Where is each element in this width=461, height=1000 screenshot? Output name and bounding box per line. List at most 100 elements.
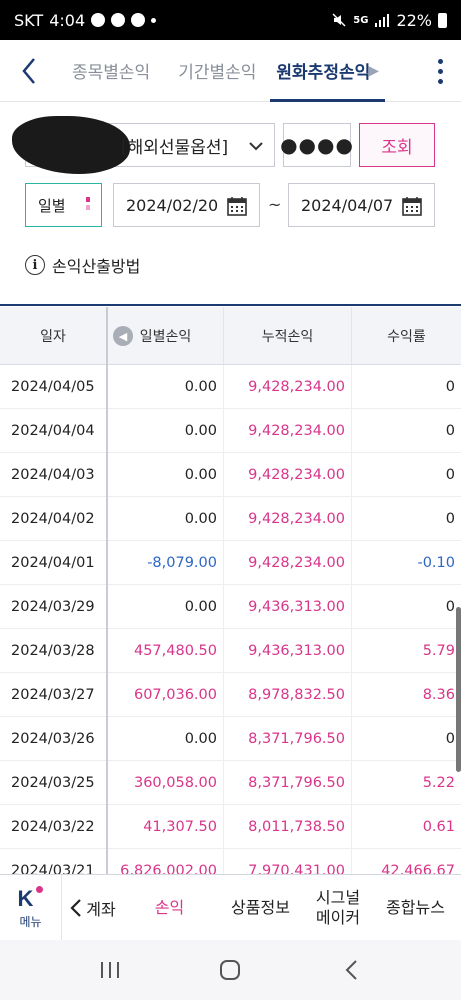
nav-pnl[interactable]: 손익: [124, 875, 215, 941]
table-header: 일자 ◀ 일별손익 누적손익 수익률: [0, 307, 461, 365]
facebook-icon: [131, 13, 146, 27]
column-header-daily: ◀ 일별손익: [108, 307, 224, 365]
cell-date: 2024/04/02: [0, 497, 108, 541]
cell-daily-pnl: 0.00: [108, 453, 224, 497]
cell-cumulative-pnl: 9,428,234.00: [224, 409, 352, 453]
mute-icon: [332, 13, 346, 27]
nav-back-account[interactable]: 계좌: [62, 875, 124, 941]
date-separator: ~: [268, 195, 282, 214]
recent-apps-button[interactable]: [90, 950, 130, 990]
period-type-select[interactable]: 일별: [25, 183, 102, 227]
password-field[interactable]: ●●●●: [280, 123, 353, 167]
cell-cumulative-pnl: 9,428,234.00: [224, 497, 352, 541]
cell-return-rate: 0: [445, 423, 455, 439]
tab-label: 종목별손익: [72, 63, 151, 83]
calc-method-link[interactable]: i 손익산출방법: [25, 253, 140, 277]
date-to-value: 2024/04/07: [301, 195, 394, 215]
cell-return-rate: 5.79: [422, 643, 455, 659]
cell-date: 2024/03/29: [0, 585, 108, 629]
cell-cumulative-pnl: 8,011,738.50: [224, 805, 352, 849]
home-button[interactable]: [210, 950, 250, 990]
cell-cumulative-pnl: 9,428,234.00: [224, 365, 352, 409]
kebab-dot: [437, 68, 443, 74]
talk-icon: [91, 13, 106, 27]
account-text: [해외선물옵션]: [121, 137, 229, 158]
date-from-field[interactable]: 2024/02/20: [113, 183, 260, 227]
status-bar: SKT 4:04 5G 22%: [0, 0, 461, 40]
network-label: 5G: [353, 14, 369, 26]
tab-by-period[interactable]: 기간별손익: [164, 40, 270, 102]
table-row[interactable]: 2024/04/01 -8,079.00 9,428,234.00 -0.10: [0, 541, 461, 585]
table-row[interactable]: 2024/04/04 0.00 9,428,234.00 0: [0, 409, 461, 453]
search-panel: [해외선물옵션] ●●●● 조회 일별 2024/02/20 ~ 2024/04…: [0, 103, 461, 306]
kebab-dot: [437, 58, 443, 64]
calendar-icon[interactable]: [227, 196, 247, 216]
pnl-table[interactable]: 일자 ◀ 일별손익 누적손익 수익률 2024/04/05 0.00 9,428,2…: [0, 307, 461, 874]
system-back-button[interactable]: [331, 950, 371, 990]
column-header-cumulative: 누적손익: [224, 307, 352, 365]
period-toggle-icon: [86, 197, 90, 214]
table-row[interactable]: 2024/04/02 0.00 9,428,234.00 0: [0, 497, 461, 541]
cell-daily-pnl: 0.00: [108, 717, 224, 761]
cell-daily-pnl: 0.00: [108, 585, 224, 629]
date-to-field[interactable]: 2024/04/07: [288, 183, 435, 227]
clock-time: 4:04: [49, 10, 86, 30]
info-icon: i: [25, 255, 45, 275]
home-icon: [220, 960, 241, 980]
table-row[interactable]: 2024/03/28 457,480.50 9,436,313.00 5.79: [0, 629, 461, 673]
tab-by-item[interactable]: 종목별손익: [58, 40, 164, 102]
back-button[interactable]: [0, 40, 58, 102]
dot-icon: [151, 17, 157, 23]
nav-news[interactable]: 종합뉴스: [370, 875, 461, 941]
cell-daily-pnl: 41,307.50: [108, 805, 224, 849]
table-row[interactable]: 2024/03/27 607,036.00 8,978,832.50 8.36: [0, 673, 461, 717]
cell-daily-pnl: 6,826,002.00: [108, 849, 224, 874]
battery-icon: [438, 12, 447, 28]
table-row[interactable]: 2024/03/26 0.00 8,371,796.50 0: [0, 717, 461, 761]
cell-return-rate: 0: [445, 379, 455, 395]
cell-date: 2024/03/26: [0, 717, 108, 761]
tab-label: 기간별손익: [178, 63, 257, 83]
cell-date: 2024/03/21: [0, 849, 108, 874]
cell-cumulative-pnl: 9,428,234.00: [224, 453, 352, 497]
table-row[interactable]: 2024/03/22 41,307.50 8,011,738.50 0.61: [0, 805, 461, 849]
table-row[interactable]: 2024/04/05 0.00 9,428,234.00 0: [0, 365, 461, 409]
date-from-value: 2024/02/20: [126, 195, 219, 215]
cell-return-rate: 8.36: [422, 687, 455, 703]
column-header-date: 일자: [0, 307, 108, 365]
chevron-left-icon: [70, 898, 82, 917]
tab-label: 원화추정손익: [276, 63, 371, 83]
cell-cumulative-pnl: 8,371,796.50: [224, 761, 352, 805]
table-row[interactable]: 2024/03/25 360,058.00 8,371,796.50 5.22: [0, 761, 461, 805]
tab-krw-estimated[interactable]: 원화추정손익 ▶: [270, 40, 385, 102]
cell-daily-pnl: -8,079.00: [108, 541, 224, 585]
scrollbar-thumb[interactable]: [456, 607, 461, 772]
query-button[interactable]: 조회: [359, 123, 435, 167]
nav-signal-maker[interactable]: 시그널 메이커: [306, 875, 370, 941]
kiwoom-logo-icon: K: [16, 885, 46, 912]
cell-cumulative-pnl: 8,371,796.50: [224, 717, 352, 761]
more-options-button[interactable]: [425, 40, 455, 102]
scroll-right-icon: ▶: [368, 62, 380, 79]
nav-product-info[interactable]: 상품정보: [215, 875, 306, 941]
carrier-label: SKT: [14, 10, 44, 30]
cell-daily-pnl: 0.00: [108, 497, 224, 541]
column-header-daily-label: 일별손익: [139, 329, 192, 345]
menu-button[interactable]: K 메뉴: [0, 874, 62, 941]
cell-date: 2024/04/01: [0, 541, 108, 585]
recent-apps-icon: [101, 962, 120, 978]
cell-date: 2024/03/25: [0, 761, 108, 805]
system-nav-bar: [0, 940, 461, 1000]
table-row[interactable]: 2024/04/03 0.00 9,428,234.00 0: [0, 453, 461, 497]
tab-list: 종목별손익 기간별손익 원화추정손익 ▶: [58, 40, 385, 102]
calc-method-label: 손익산출방법: [52, 257, 141, 276]
kebab-dot: [437, 78, 443, 84]
cell-daily-pnl: 457,480.50: [108, 629, 224, 673]
account-select[interactable]: [해외선물옵션]: [12, 116, 275, 174]
scroll-left-icon[interactable]: ◀: [113, 326, 133, 346]
menu-label: 메뉴: [19, 914, 42, 929]
cell-date: 2024/04/04: [0, 409, 108, 453]
calendar-icon[interactable]: [402, 196, 422, 216]
table-row[interactable]: 2024/03/21 6,826,002.00 7,970,431.00 42,466…: [0, 849, 461, 874]
table-row[interactable]: 2024/03/29 0.00 9,436,313.00 0: [0, 585, 461, 629]
